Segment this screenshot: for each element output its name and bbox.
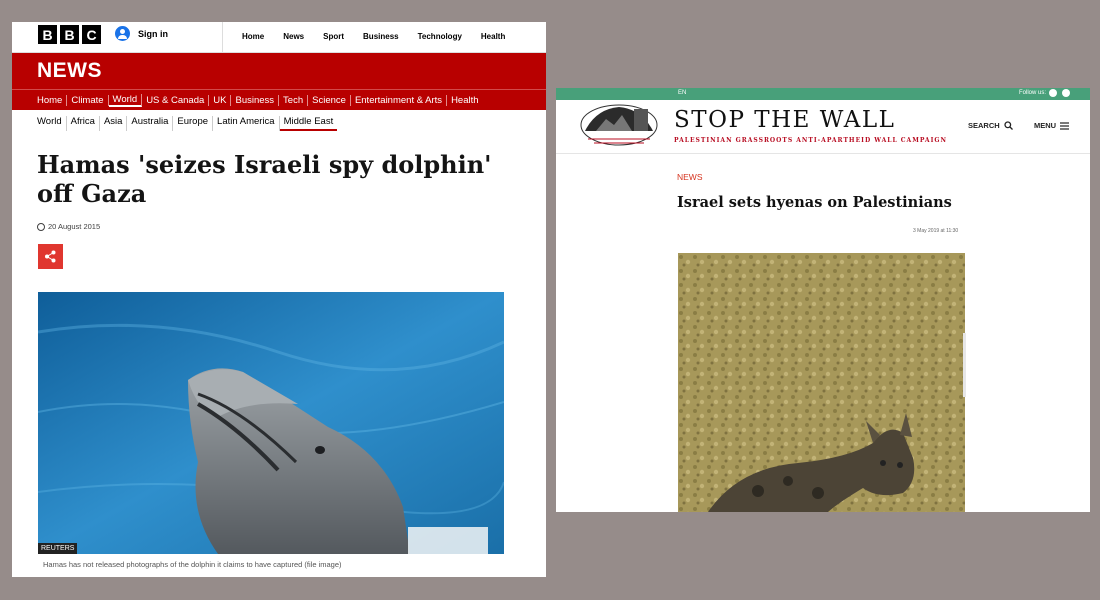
bbc-top-nav: Home News Sport Business Technology Heal… bbox=[222, 22, 505, 52]
hyena-image bbox=[678, 253, 965, 512]
menu-label: MENU bbox=[1034, 121, 1057, 130]
news-nav-home[interactable]: Home bbox=[37, 94, 68, 106]
image-caption: Hamas has not released photographs of th… bbox=[43, 560, 342, 569]
bbc-logo[interactable]: B B C bbox=[38, 25, 101, 44]
stw-article-screenshot: EN Follow us: STOP THE WALL PALESTINIAN … bbox=[556, 88, 1090, 512]
sign-in-label: Sign in bbox=[138, 28, 168, 39]
sub-nav-australia[interactable]: Australia bbox=[127, 116, 174, 131]
dolphin-image bbox=[38, 292, 504, 554]
share-button[interactable] bbox=[38, 244, 63, 269]
bbc-headline: Hamas 'seizes Israeli spy dolphin' off G… bbox=[37, 150, 492, 208]
menu-button[interactable]: MENU bbox=[1034, 121, 1070, 130]
follow-us-label: Follow us: bbox=[1018, 90, 1046, 96]
bbc-top-bar: B B C Sign in Home News Sport Business T… bbox=[12, 22, 546, 53]
stw-top-bar: EN Follow us: bbox=[556, 88, 1090, 100]
news-nav-business[interactable]: Business bbox=[231, 94, 280, 106]
news-nav: Home Climate World US & Canada UK Busine… bbox=[12, 89, 546, 110]
news-nav-health[interactable]: Health bbox=[447, 95, 482, 106]
twitter-icon[interactable] bbox=[1049, 89, 1057, 97]
news-section-title[interactable]: NEWS bbox=[37, 59, 102, 83]
top-nav-business[interactable]: Business bbox=[344, 22, 399, 52]
news-nav-entertainment[interactable]: Entertainment & Arts bbox=[351, 94, 448, 106]
news-nav-us-canada[interactable]: US & Canada bbox=[142, 94, 210, 106]
news-header: NEWS bbox=[12, 53, 546, 89]
sub-nav-europe[interactable]: Europe bbox=[173, 116, 214, 131]
top-nav-home[interactable]: Home bbox=[223, 22, 264, 52]
stw-header: STOP THE WALL PALESTINIAN GRASSROOTS ANT… bbox=[556, 100, 1090, 154]
stw-headline: Israel sets hyenas on Palestinians bbox=[677, 194, 952, 211]
news-nav-tech[interactable]: Tech bbox=[279, 94, 309, 106]
sign-in-button[interactable]: Sign in bbox=[115, 26, 168, 41]
search-label: SEARCH bbox=[968, 121, 1000, 130]
article-category[interactable]: NEWS bbox=[677, 172, 703, 182]
scrollbar[interactable] bbox=[963, 333, 966, 397]
sub-nav-world[interactable]: World bbox=[37, 116, 67, 131]
stw-article-date: 3 May 2019 at 11:30 bbox=[913, 228, 959, 234]
stw-tagline: PALESTINIAN GRASSROOTS ANTI-APARTHEID WA… bbox=[674, 137, 947, 144]
bbc-logo-letter: B bbox=[38, 25, 57, 44]
top-nav-technology[interactable]: Technology bbox=[399, 22, 462, 52]
stw-site-title[interactable]: STOP THE WALL bbox=[674, 107, 895, 133]
language-switch[interactable]: EN bbox=[678, 90, 686, 96]
top-nav-news[interactable]: News bbox=[264, 22, 304, 52]
sub-nav-latin-america[interactable]: Latin America bbox=[213, 116, 280, 131]
news-nav-world[interactable]: World bbox=[108, 93, 143, 107]
bbc-article-date: 20 August 2015 bbox=[37, 222, 100, 231]
dolphin-photo: REUTERS bbox=[38, 292, 504, 554]
bbc-logo-letter: C bbox=[82, 25, 101, 44]
top-nav-health[interactable]: Health bbox=[462, 22, 505, 52]
world-sub-nav: World Africa Asia Australia Europe Latin… bbox=[12, 116, 546, 131]
bbc-logo-letter: B bbox=[60, 25, 79, 44]
top-nav-sport[interactable]: Sport bbox=[304, 22, 344, 52]
sub-nav-africa[interactable]: Africa bbox=[67, 116, 100, 131]
news-nav-science[interactable]: Science bbox=[308, 94, 351, 106]
hamburger-icon bbox=[1060, 121, 1070, 130]
bbc-article-screenshot: B B C Sign in Home News Sport Business T… bbox=[12, 22, 546, 577]
news-nav-climate[interactable]: Climate bbox=[67, 94, 109, 106]
hyena-photo bbox=[678, 253, 965, 512]
clock-icon bbox=[37, 222, 45, 231]
sub-nav-asia[interactable]: Asia bbox=[100, 116, 128, 131]
news-nav-uk[interactable]: UK bbox=[209, 94, 232, 106]
image-credit: REUTERS bbox=[38, 543, 78, 554]
sub-nav-middle-east[interactable]: Middle East bbox=[279, 116, 338, 131]
search-button[interactable]: SEARCH bbox=[968, 121, 1013, 130]
facebook-icon[interactable] bbox=[1062, 89, 1070, 97]
user-icon bbox=[115, 26, 130, 41]
social-links bbox=[1049, 89, 1070, 97]
stw-logo[interactable] bbox=[576, 101, 662, 149]
search-icon bbox=[1004, 121, 1013, 130]
share-icon bbox=[45, 250, 56, 263]
bbc-date-text: 20 August 2015 bbox=[48, 222, 101, 231]
